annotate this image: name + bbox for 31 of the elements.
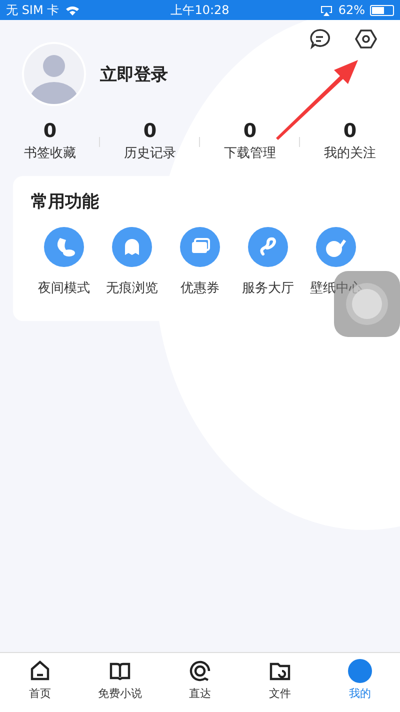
- stat-label[interactable]: 我的关注: [324, 144, 376, 162]
- stat-count: 0: [43, 120, 57, 142]
- carrier-text: 无 SIM 卡: [6, 2, 60, 18]
- stat-count: 0: [343, 120, 357, 142]
- coupon-icon: [180, 227, 220, 267]
- feature-item[interactable]: 无痕浏览: [99, 227, 165, 297]
- stat-count: 0: [243, 120, 257, 142]
- stat-label[interactable]: 历史记录: [124, 144, 176, 162]
- stat-label[interactable]: 下载管理: [224, 144, 276, 162]
- clock-text: 上午10:28: [170, 2, 230, 18]
- nav-tab[interactable]: 文件: [240, 653, 320, 712]
- nav-tab[interactable]: 首页: [0, 653, 80, 712]
- airplay-icon: [320, 4, 334, 16]
- profile-icon: [348, 659, 372, 683]
- battery-percent: 62%: [338, 3, 365, 17]
- ghost-icon: [112, 227, 152, 267]
- message-icon[interactable]: [307, 26, 333, 52]
- card-title: 常用功能: [31, 191, 100, 213]
- battery-icon: [370, 4, 394, 16]
- feature-item[interactable]: 优惠券: [167, 227, 233, 297]
- feature-item[interactable]: 服务大厅: [235, 227, 301, 297]
- feature-item[interactable]: 夜间模式: [31, 227, 97, 297]
- stat-count: 0: [143, 120, 157, 142]
- home-icon: [28, 659, 52, 683]
- nav-tab[interactable]: 免费小说: [80, 653, 160, 712]
- nav-tab[interactable]: 直达: [160, 653, 240, 712]
- nav-tab[interactable]: 我的: [320, 653, 400, 712]
- wifi-icon: [65, 4, 80, 16]
- direct-icon: [188, 659, 212, 683]
- login-link[interactable]: 立即登录: [100, 62, 168, 86]
- stat-label[interactable]: 书签收藏: [24, 144, 76, 162]
